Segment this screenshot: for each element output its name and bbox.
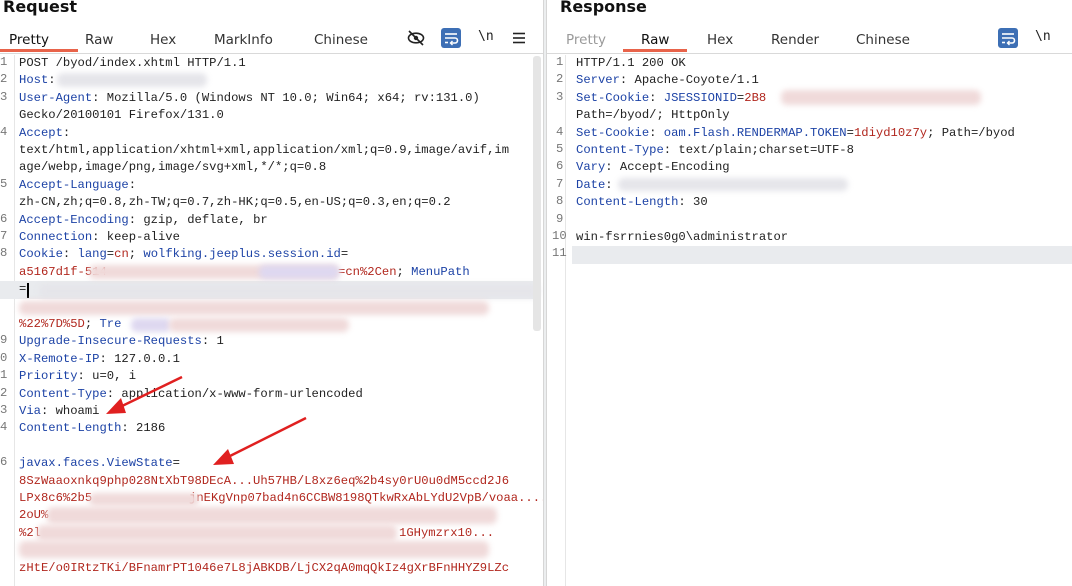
redacted-session-id xyxy=(781,90,981,105)
response-line: HTTP/1.1 200 OK xyxy=(576,56,686,70)
arrow-icon xyxy=(106,375,183,414)
header-value: 30 xyxy=(693,195,708,210)
line-number: 4 xyxy=(556,124,564,139)
tab-pretty[interactable]: Pretty xyxy=(566,32,606,48)
response-line: Date: xyxy=(576,177,613,192)
line-number: 3 xyxy=(556,89,564,104)
newline-toggle[interactable]: \n xyxy=(1035,29,1051,44)
request-pane: Request Pretty Raw Hex MarkInfo Chinese … xyxy=(0,0,543,586)
line-number-gutter: 1 2 3 4 5 6 7 8 9 10 11 xyxy=(547,55,567,586)
response-line: Content-Type: text/plain;charset=UTF-8 xyxy=(576,143,854,157)
tab-hex[interactable]: Hex xyxy=(707,32,733,48)
cookie-value: 1diyd10z7y xyxy=(853,125,928,140)
cookie-attr: Path=/byod xyxy=(941,125,1015,140)
wrap-icon[interactable] xyxy=(998,28,1018,48)
line-number: 6 xyxy=(556,159,564,174)
response-tab-bar: Pretty Raw Hex Render Chinese \n xyxy=(547,24,1072,54)
header-name: Server xyxy=(576,73,620,88)
line-number: 10 xyxy=(552,229,567,243)
response-pane: Response Pretty Raw Hex Render Chinese \… xyxy=(547,0,1072,586)
current-line-highlight xyxy=(572,246,1072,264)
header-name: Set-Cookie xyxy=(576,125,650,140)
line-number: 8 xyxy=(556,194,564,209)
response-line: Content-Length: 30 xyxy=(576,195,708,210)
response-code: HTTP/1.1 200 OK Server: Apache-Coyote/1.… xyxy=(572,55,1072,586)
line-number: 1 xyxy=(556,55,564,69)
header-value: text/plain;charset=UTF-8 xyxy=(678,143,854,157)
header-value: Apache-Coyote/1.1 xyxy=(634,73,759,88)
header-value: Accept-Encoding xyxy=(619,160,730,175)
response-line: Vary: Accept-Encoding xyxy=(576,160,730,175)
response-line: Set-Cookie: JSESSIONID=2B8 xyxy=(576,90,767,105)
cookie-name: oam.Flash.RENDERMAP.TOKEN xyxy=(663,125,847,140)
tab-chinese[interactable]: Chinese xyxy=(856,32,910,48)
line-number: 7 xyxy=(556,176,564,191)
response-title: Response xyxy=(560,0,647,16)
response-body-line: win-fsrrnies0g0\administrator xyxy=(576,230,789,244)
redacted-date xyxy=(618,178,848,191)
header-name: Content-Length xyxy=(576,195,679,210)
line-number: 2 xyxy=(556,72,564,87)
header-name: Set-Cookie xyxy=(576,90,650,105)
tab-raw[interactable]: Raw xyxy=(641,32,669,48)
line-number: 9 xyxy=(556,211,564,226)
cookie-value: 2B8 xyxy=(744,90,767,105)
annotation-arrows xyxy=(106,375,307,465)
cookie-name: JSESSIONID xyxy=(663,90,737,105)
response-line: Server: Apache-Coyote/1.1 xyxy=(576,73,759,88)
header-name: Vary xyxy=(576,160,606,175)
tab-render[interactable]: Render xyxy=(771,32,819,48)
active-tab-indicator xyxy=(623,49,687,52)
response-line: Set-Cookie: oam.Flash.RENDERMAP.TOKEN=1d… xyxy=(576,125,1015,140)
response-line-cont: Path=/byod/; HttpOnly xyxy=(576,108,730,123)
header-name: Content-Type xyxy=(576,143,664,157)
response-editor[interactable]: 1 2 3 4 5 6 7 8 9 10 11 HTTP/1.1 200 OK … xyxy=(547,55,1072,586)
line-number: 11 xyxy=(552,246,567,261)
arrow-icon xyxy=(213,416,307,465)
line-number: 5 xyxy=(556,142,564,156)
header-name: Date xyxy=(576,177,606,192)
